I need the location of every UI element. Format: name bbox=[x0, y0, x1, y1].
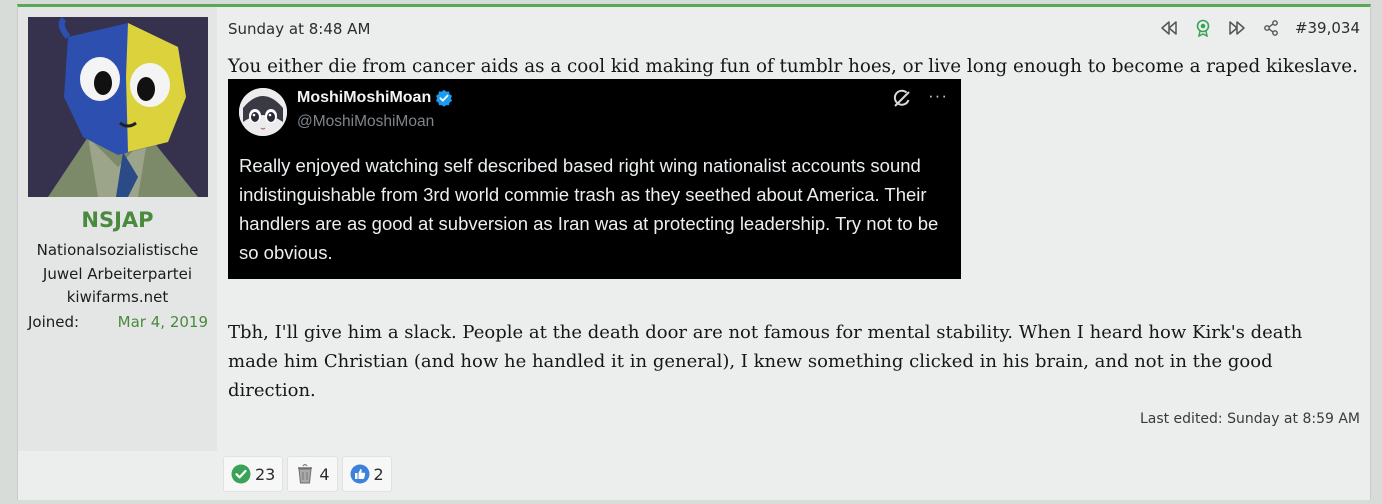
forum-post: NSJAP Nationalsozialistische Juwel Arbei… bbox=[17, 4, 1371, 500]
reaction-like[interactable]: 2 bbox=[341, 456, 392, 492]
more-options-icon: ··· bbox=[928, 86, 948, 105]
reaction-dumpster[interactable]: 4 bbox=[287, 456, 338, 492]
share-icon[interactable] bbox=[1261, 18, 1281, 38]
post-text-line: You either die from cancer aids as a coo… bbox=[228, 56, 1358, 77]
thumbs-up-icon bbox=[350, 464, 370, 484]
post-date[interactable]: Sunday at 8:48 AM bbox=[228, 20, 370, 38]
user-title-line: Juwel Arbeiterpartei bbox=[42, 264, 193, 283]
dumpster-icon bbox=[298, 463, 313, 484]
embedded-tweet-image[interactable]: MoshiMoshiMoan @MoshiMoshiMoan ··· Reall… bbox=[228, 79, 961, 279]
user-title-line: Nationalsozialistische bbox=[36, 241, 199, 259]
user-title: Nationalsozialistische Juwel Arbeiterpar… bbox=[18, 239, 217, 310]
verified-badge-icon bbox=[436, 89, 453, 107]
post-actions: #39,034 bbox=[1159, 18, 1360, 38]
rewind-icon[interactable] bbox=[1159, 18, 1179, 38]
check-circle-icon bbox=[231, 464, 251, 484]
tweet-avatar bbox=[239, 88, 287, 136]
user-title-line: kiwifarms.net bbox=[66, 288, 169, 306]
reactions-bar: 23 4 2 bbox=[223, 456, 392, 492]
last-edited: Last edited: Sunday at 8:59 AM bbox=[1139, 411, 1360, 427]
reaction-count: 4 bbox=[319, 464, 330, 484]
tweet-text: Really enjoyed watching self described b… bbox=[239, 155, 939, 263]
user-avatar[interactable] bbox=[28, 17, 208, 197]
post-main: Sunday at 8:48 AM #39,034 You either die… bbox=[217, 7, 1371, 451]
post-text-paragraph: Tbh, I'll give him a slack. People at th… bbox=[228, 322, 1303, 401]
user-sidebar: NSJAP Nationalsozialistische Juwel Arbei… bbox=[18, 7, 217, 451]
reaction-count: 2 bbox=[373, 464, 384, 484]
award-icon[interactable] bbox=[1193, 18, 1213, 38]
reaction-check[interactable]: 23 bbox=[223, 456, 284, 492]
reaction-count: 23 bbox=[255, 464, 276, 484]
post-number[interactable]: #39,034 bbox=[1295, 19, 1360, 37]
username[interactable]: NSJAP bbox=[18, 208, 217, 232]
joined-date: Mar 4, 2019 bbox=[117, 313, 208, 331]
tweet-display-name: MoshiMoshiMoan bbox=[297, 89, 453, 107]
fast-forward-icon[interactable] bbox=[1227, 18, 1247, 38]
tweet-handle: @MoshiMoshiMoan bbox=[297, 113, 435, 130]
tweet-display-name-text: MoshiMoshiMoan bbox=[297, 89, 432, 106]
joined-label: Joined: bbox=[28, 313, 80, 331]
grok-icon bbox=[892, 89, 912, 114]
